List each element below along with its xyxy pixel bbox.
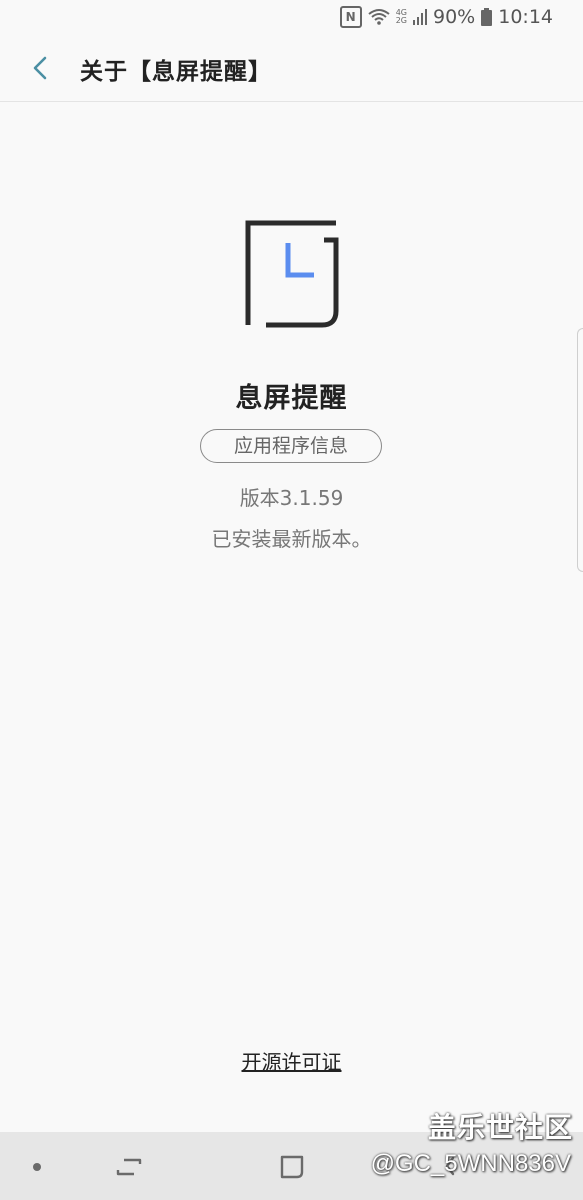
watermark-title: 盖乐世社区 [427, 1111, 573, 1144]
app-logo-icon [240, 215, 342, 331]
edge-panel-handle[interactable] [577, 328, 583, 572]
app-name: 息屏提醒 [235, 383, 348, 414]
back-button[interactable] [22, 50, 58, 86]
clock: 10:14 [498, 6, 553, 28]
signal-icon [413, 9, 427, 25]
battery-percent: 90% [433, 6, 476, 28]
app-info-button[interactable]: 应用程序信息 [200, 429, 382, 463]
status-icons: N 4G 2G 90% 10:14 [339, 6, 553, 28]
watermark-id: @GC_5WNN836V [370, 1150, 571, 1177]
battery-icon [481, 8, 493, 26]
version-text: 版本3.1.59 [239, 486, 344, 510]
app-header: 关于【息屏提醒】 [0, 36, 583, 102]
wifi-icon [368, 8, 390, 26]
open-source-license-link[interactable]: 开源许可证 [242, 1050, 342, 1074]
network-type: 4G 2G [396, 9, 407, 25]
chevron-left-icon [33, 56, 47, 80]
page-title: 关于【息屏提醒】 [80, 59, 272, 85]
recents-icon[interactable] [114, 1154, 144, 1180]
nfc-icon: N [339, 6, 362, 28]
license-link-container: 开源许可证 [0, 1046, 583, 1075]
network-type-bottom: 2G [395, 16, 407, 25]
update-status-text: 已安装最新版本。 [211, 527, 372, 551]
nav-dot-icon[interactable] [33, 1163, 41, 1171]
status-bar: N 4G 2G 90% 10:14 [0, 0, 583, 36]
home-icon[interactable] [279, 1154, 305, 1180]
